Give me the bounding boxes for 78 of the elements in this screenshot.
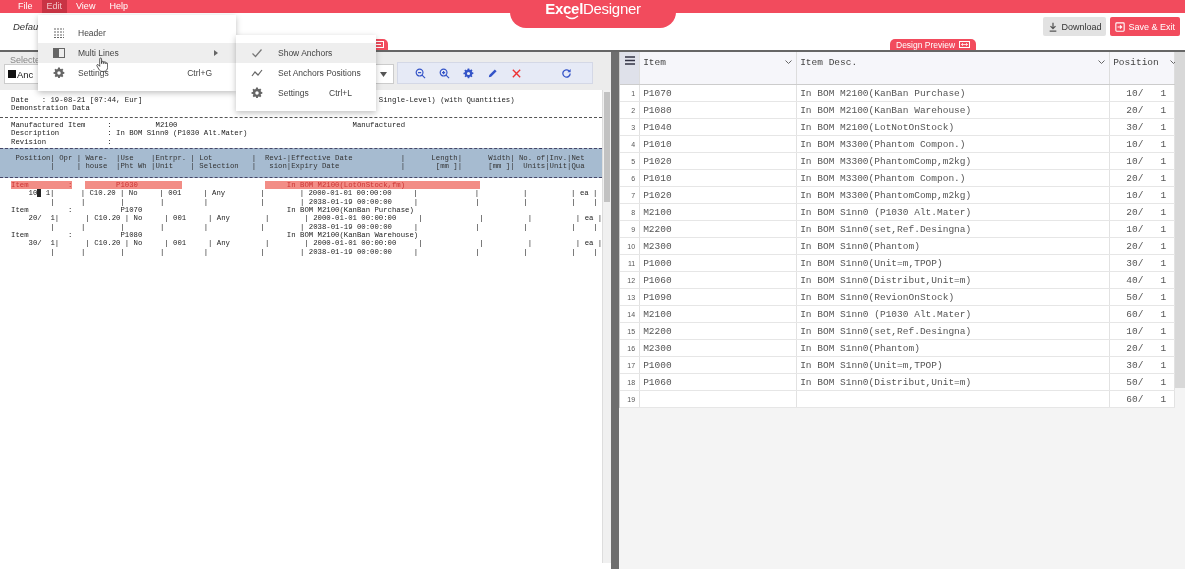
table-cell: P1020 — [640, 153, 798, 169]
menu-title[interactable]: Help — [104, 0, 133, 13]
column-header[interactable]: Item — [640, 52, 798, 84]
table-cell: In BOM M3300(PhantomComp,m2kg) — [797, 153, 1111, 169]
settings-icon — [53, 67, 65, 79]
table-cell: In BOM S1nn0(Unit=m,TPOP) — [797, 255, 1111, 271]
column-header[interactable]: Item Desc. — [797, 52, 1111, 84]
document-title: Defau — [13, 21, 40, 32]
table-cell: In BOM M2100(LotNotOnStock) — [797, 119, 1111, 135]
table-cell: M2200 — [640, 323, 798, 339]
zoom-in-icon[interactable] — [439, 67, 450, 79]
table-cell: In BOM S1nn0 (P1030 Alt.Mater) — [797, 306, 1111, 322]
menu-title[interactable]: Edit — [41, 0, 68, 13]
download-button[interactable]: Download — [1043, 17, 1107, 36]
table-cell: In BOM S1nn0(Phantom) — [797, 238, 1111, 254]
table-cell: M2300 — [640, 340, 798, 356]
table-cell: In BOM M3300(Phantom Compon.) — [797, 136, 1111, 152]
table-cell: M2300 — [640, 238, 798, 254]
table-cell: P1080 — [640, 102, 798, 118]
settings-icon — [251, 87, 263, 99]
pencil-icon[interactable] — [487, 67, 498, 79]
scrollbar[interactable] — [1175, 52, 1185, 388]
menu-icon[interactable] — [624, 56, 635, 65]
table-cell: In BOM S1nn0(Unit=m,TPOP) — [797, 357, 1111, 373]
table-cell: In BOM M3300(Phantom Compon.) — [797, 170, 1111, 186]
text-cursor — [37, 189, 42, 198]
swatch-icon — [8, 70, 16, 78]
table-cell: In BOM S1nn0 (P1030 Alt.Mater) — [797, 204, 1111, 220]
menu-item[interactable]: Set Anchors Positions — [236, 63, 376, 83]
table-cell: In BOM S1nn0(Phantom) — [797, 340, 1111, 356]
menu-title[interactable]: File — [13, 0, 38, 13]
menu-item[interactable]: Header — [38, 23, 236, 43]
menu-item[interactable]: Settings Ctrl+G — [38, 63, 236, 83]
table-cell: 60/ 1 — [1110, 391, 1176, 407]
chevron-icon — [1098, 60, 1106, 65]
settings-icon[interactable] — [463, 67, 474, 79]
zoom-out-icon[interactable] — [415, 67, 426, 79]
table-cell: P1090 — [640, 289, 798, 305]
trend-line-icon — [251, 67, 263, 79]
table-cell: P1000 — [640, 255, 798, 271]
table-cell: In BOM S1nn0(Distribut,Unit=m) — [797, 374, 1111, 390]
table-cell: P1020 — [640, 187, 798, 203]
table-cell: In BOM S1nn0(RevionOnStock) — [797, 289, 1111, 305]
table-cell: P1010 — [640, 170, 798, 186]
table-cell: P1000 — [640, 357, 798, 373]
save-exit-button[interactable]: Save & Exit — [1110, 17, 1180, 36]
panel-icon — [53, 47, 65, 59]
table-cell: P1010 — [640, 136, 798, 152]
chevron-icon — [1170, 60, 1178, 65]
exit-icon — [1115, 21, 1126, 32]
table-cell: In BOM S1nn0(set,Ref.Desingna) — [797, 221, 1111, 237]
menu-item[interactable]: Settings Ctrl+L — [236, 83, 376, 103]
caret-icon — [380, 71, 387, 77]
refresh-icon[interactable] — [561, 67, 572, 79]
smile-icon — [565, 14, 579, 20]
table-cell: M2100 — [640, 204, 798, 220]
menu-title[interactable]: View — [71, 0, 101, 13]
table-cell: M2100 — [640, 306, 798, 322]
chevron-icon — [785, 60, 793, 65]
table-cell: In BOM S1nn0(set,Ref.Desingna) — [797, 323, 1111, 339]
table-cell: In BOM M3300(PhantomComp,m2kg) — [797, 187, 1111, 203]
table-cell: In BOM S1nn0(Distribut,Unit=m) — [797, 272, 1111, 288]
download-icon — [1048, 21, 1059, 32]
table-cell: In BOM M2100(KanBan Purchase) — [797, 85, 1111, 101]
table-cell: P1060 — [640, 272, 798, 288]
design-preview-tab[interactable]: Design Preview — [890, 39, 977, 50]
table-cell: P1040 — [640, 119, 798, 135]
table-cell: M2200 — [640, 221, 798, 237]
menu-item[interactable]: Show Anchors — [236, 43, 376, 63]
resize-icon — [959, 41, 971, 48]
logo-text: ExcelDesigner — [545, 0, 641, 16]
menu-item[interactable]: Multi Lines — [38, 43, 236, 63]
close-icon[interactable] — [511, 67, 522, 79]
list-icon — [53, 27, 65, 39]
table-cell: In BOM M2100(KanBan Warehouse) — [797, 102, 1111, 118]
scrollbar[interactable] — [602, 90, 612, 563]
table-cell: P1070 — [640, 85, 798, 101]
table-cell: P1060 — [640, 374, 798, 390]
